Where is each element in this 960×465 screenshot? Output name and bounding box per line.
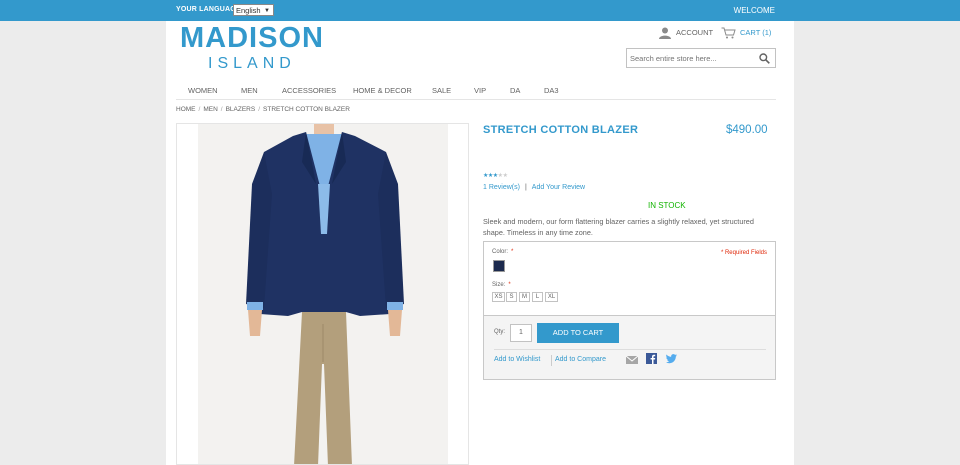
required-fields-note: * Required Fields [720,250,767,256]
breadcrumb-current: STRETCH COTTON BLAZER [263,106,350,113]
add-to-compare-link[interactable]: Add to Compare [555,356,606,363]
nav-item-da[interactable]: DA [510,86,520,95]
add-to-cart-box: Qty: 1 ADD TO CART Add to Wishlist Add t… [483,316,776,380]
qty-label: Qty: [494,329,506,335]
language-value: English [236,6,261,15]
breadcrumb-separator: / [220,106,223,113]
size-option-xl[interactable]: XL [545,292,558,302]
search-icon[interactable] [759,53,770,64]
rating-stars: ★★★★★ [483,172,508,179]
breadcrumb-separator: / [198,106,201,113]
facebook-icon[interactable] [646,353,657,364]
nav-item-vip[interactable]: VIP [474,86,486,95]
cart-icon [721,27,736,39]
model-photo [246,124,404,464]
product-description: Sleek and modern, our form flattering bl… [483,217,754,237]
breadcrumb-separator: / [258,106,261,113]
reviews-count-link[interactable]: 1 Review(s) [483,184,520,191]
divider: | [524,184,527,191]
welcome-message: WELCOME [733,6,775,15]
add-to-cart-button[interactable]: ADD TO CART [537,323,619,343]
divider [494,349,766,350]
breadcrumb-blazers[interactable]: BLAZERS [226,106,256,113]
mail-icon[interactable] [626,356,638,364]
add-to-wishlist-link[interactable]: Add to Wishlist [494,356,540,363]
size-label: Size: * [492,282,511,288]
product-options: Color: * * Required Fields Size: * XS S M … [483,241,776,316]
size-option-s[interactable]: S [506,292,517,302]
divider [551,355,552,366]
user-icon [659,27,671,39]
product-name: STRETCH COTTON BLAZER [483,124,639,136]
breadcrumb-home[interactable]: HOME [176,106,196,113]
product-image[interactable] [176,123,469,465]
breadcrumb: HOME / MEN / BLAZERS / STRETCH COTTON BLAZER [176,106,350,113]
product-price: $490.00 [726,124,768,136]
twitter-icon[interactable] [666,354,677,364]
search-box [626,48,776,68]
reviews-links: 1 Review(s) | Add Your Review [483,184,585,191]
size-option-l[interactable]: L [532,292,543,302]
nav-item-da3[interactable]: DA3 [544,86,559,95]
nav-item-home-decor[interactable]: HOME & DECOR [353,86,412,95]
cart-label: CART (1) [740,28,772,37]
logo-line-2: ISLAND [208,55,296,72]
color-swatch-navy[interactable] [493,260,505,272]
account-label: ACCOUNT [676,28,714,37]
main-nav: WOMEN MEN ACCESSORIES HOME & DECOR SALE … [176,86,776,100]
size-option-xs[interactable]: XS [492,292,505,302]
color-label: Color: * [492,249,514,255]
availability-status: IN STOCK [648,201,686,210]
language-select[interactable]: English ▼ [233,4,274,16]
qty-input[interactable]: 1 [510,324,532,342]
size-option-m[interactable]: M [519,292,530,302]
top-bar: YOUR LANGUAGE: English ▼ WELCOME [0,0,960,21]
logo-line-1: MADISON [180,22,324,54]
star-icon: ★ [502,173,508,179]
nav-item-accessories[interactable]: ACCESSORIES [282,86,336,95]
breadcrumb-men[interactable]: MEN [203,106,217,113]
nav-item-women[interactable]: WOMEN [188,86,218,95]
add-review-link[interactable]: Add Your Review [532,184,585,191]
chevron-down-icon: ▼ [264,8,270,14]
nav-item-sale[interactable]: SALE [432,86,451,95]
search-input[interactable] [630,51,750,65]
nav-item-men[interactable]: MEN [241,86,258,95]
